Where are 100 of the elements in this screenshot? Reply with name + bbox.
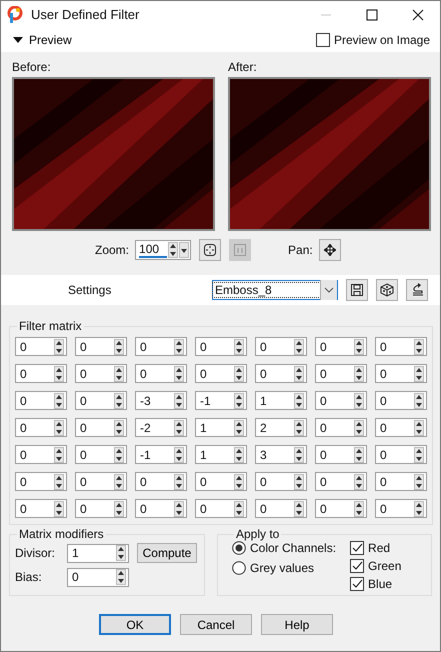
spin-arrows-icon[interactable] [174,474,184,490]
matrix-spin-field[interactable]: 0 [375,499,427,518]
matrix-spin-field[interactable]: 0 [75,364,127,383]
matrix-spin-field[interactable]: 0 [375,391,427,410]
spin-arrows-icon[interactable] [174,392,184,408]
compute-button[interactable]: Compute [137,543,197,563]
spin-arrows-icon[interactable] [168,241,190,259]
spin-arrows-icon[interactable] [174,366,184,382]
spin-arrows-icon[interactable] [414,474,424,490]
spin-arrows-icon[interactable] [54,338,64,354]
spin-arrows-icon[interactable] [414,392,424,408]
matrix-spin-field[interactable]: 1 [195,418,247,437]
spin-arrows-icon[interactable] [114,446,124,462]
spin-arrows-icon[interactable] [114,338,124,354]
spin-arrows-icon[interactable] [294,366,304,382]
spin-arrows-icon[interactable] [234,446,244,462]
spin-arrows-icon[interactable] [234,338,244,354]
spin-arrows-icon[interactable] [354,338,364,354]
spin-arrows-icon[interactable] [354,500,364,516]
spin-arrows-icon[interactable] [54,366,64,382]
matrix-spin-field[interactable]: 0 [255,499,307,518]
matrix-spin-field[interactable]: -3 [135,391,187,410]
spin-arrows-icon[interactable] [414,338,424,354]
matrix-spin-field[interactable]: 0 [135,364,187,383]
spin-arrows-icon[interactable] [174,500,184,516]
fit-button[interactable] [199,239,222,261]
pan-button[interactable] [318,239,341,261]
matrix-spin-field[interactable]: 0 [135,337,187,356]
spin-arrows-icon[interactable] [54,446,64,462]
dialog-button[interactable]: OK [99,614,171,635]
matrix-spin-field[interactable]: 0 [375,337,427,356]
spin-arrows-icon[interactable] [234,500,244,516]
zoom-field[interactable]: 100 [135,240,192,260]
checkbox[interactable] [350,559,364,573]
spin-arrows-icon[interactable] [294,500,304,516]
spin-arrows-icon[interactable] [354,392,364,408]
matrix-spin-field[interactable]: 0 [255,337,307,356]
spin-arrows-icon[interactable] [114,392,124,408]
close-icon[interactable] [412,8,424,20]
reset-button[interactable] [406,279,428,301]
matrix-spin-field[interactable]: 1 [195,445,247,464]
matrix-spin-field[interactable]: 0 [15,499,67,518]
spin-arrows-icon[interactable] [294,392,304,408]
matrix-spin-field[interactable]: 0 [15,391,67,410]
matrix-spin-field[interactable]: 0 [315,499,367,518]
spin-arrows-icon[interactable] [54,500,64,516]
matrix-spin-field[interactable]: 0 [135,472,187,491]
spin-arrows-icon[interactable] [354,446,364,462]
matrix-spin-field[interactable]: 0 [15,418,67,437]
matrix-spin-field[interactable]: 0 [195,337,247,356]
spin-arrows-icon[interactable] [294,338,304,354]
spin-arrows-icon[interactable] [116,569,126,585]
randomize-button[interactable] [376,279,398,301]
spin-arrows-icon[interactable] [294,420,304,436]
bias-field[interactable]: 0 [67,568,129,586]
spin-arrows-icon[interactable] [114,366,124,382]
matrix-spin-field[interactable]: 0 [315,418,367,437]
matrix-spin-field[interactable]: 0 [315,445,367,464]
matrix-spin-field[interactable]: -2 [135,418,187,437]
matrix-spin-field[interactable]: 2 [255,418,307,437]
checkbox[interactable] [350,577,364,591]
spin-arrows-icon[interactable] [234,474,244,490]
matrix-spin-field[interactable]: 0 [75,337,127,356]
matrix-spin-field[interactable]: 0 [315,337,367,356]
spin-arrows-icon[interactable] [354,474,364,490]
matrix-spin-field[interactable]: 0 [15,472,67,491]
matrix-spin-field[interactable]: 0 [195,364,247,383]
spin-arrows-icon[interactable] [354,366,364,382]
matrix-spin-field[interactable]: 0 [75,391,127,410]
matrix-spin-field[interactable]: -1 [135,445,187,464]
spin-arrows-icon[interactable] [174,420,184,436]
spin-arrows-icon[interactable] [174,446,184,462]
divisor-field[interactable]: 1 [67,544,129,562]
radio-button[interactable] [232,541,246,555]
maximize-icon[interactable] [366,8,378,20]
matrix-spin-field[interactable]: -1 [195,391,247,410]
spin-arrows-icon[interactable] [114,500,124,516]
spin-arrows-icon[interactable] [116,545,126,561]
matrix-spin-field[interactable]: 0 [375,418,427,437]
matrix-spin-field[interactable]: 0 [195,499,247,518]
matrix-spin-field[interactable]: 0 [135,499,187,518]
spin-arrows-icon[interactable] [114,420,124,436]
matrix-spin-field[interactable]: 0 [375,472,427,491]
checkbox[interactable] [350,541,364,555]
matrix-spin-field[interactable]: 0 [75,418,127,437]
spin-arrows-icon[interactable] [294,474,304,490]
spin-arrows-icon[interactable] [234,420,244,436]
spin-arrows-icon[interactable] [414,446,424,462]
radio-button[interactable] [232,561,246,575]
matrix-spin-field[interactable]: 0 [195,472,247,491]
matrix-spin-field[interactable]: 0 [15,337,67,356]
spin-arrows-icon[interactable] [414,366,424,382]
spin-arrows-icon[interactable] [414,500,424,516]
matrix-spin-field[interactable]: 0 [315,391,367,410]
spin-arrows-icon[interactable] [294,446,304,462]
spin-arrows-icon[interactable] [54,474,64,490]
checkbox[interactable] [316,33,330,47]
matrix-spin-field[interactable]: 0 [255,364,307,383]
matrix-spin-field[interactable]: 1 [255,391,307,410]
matrix-spin-field[interactable]: 3 [255,445,307,464]
